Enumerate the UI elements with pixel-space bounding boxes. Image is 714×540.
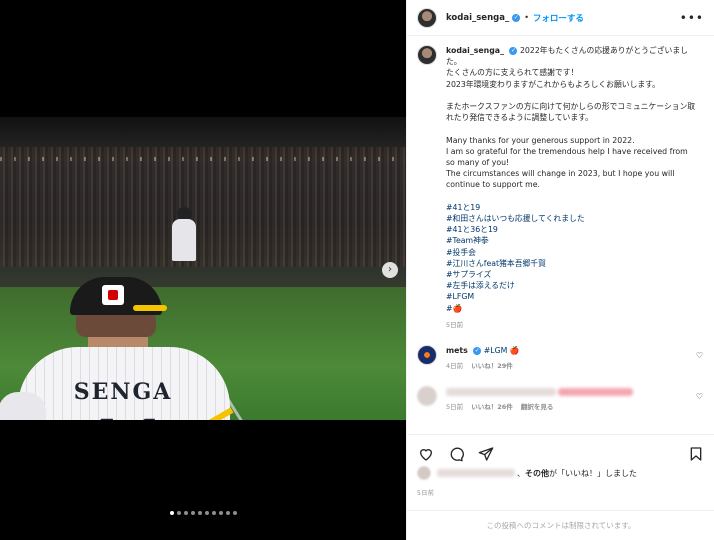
carousel-dot: [226, 511, 230, 515]
likes-summary[interactable]: 、その他が「いいね！」しました: [417, 466, 637, 480]
stadium-stands: [0, 147, 406, 267]
author-avatar[interactable]: [417, 7, 437, 28]
caption-block: kodai_senga_ ✓ 2022年もたくさんの応援ありがとうございました。…: [417, 45, 705, 331]
caption-username[interactable]: kodai_senga_: [446, 46, 504, 55]
author-username[interactable]: kodai_senga_: [446, 13, 509, 23]
verified-badge-icon: ✓: [512, 13, 521, 22]
header-separator: •: [524, 13, 529, 22]
send-icon: [478, 446, 494, 461]
chevron-right-icon: ›: [388, 264, 392, 275]
comment-button[interactable]: [447, 445, 465, 463]
caption-line: またホークスファンの方に向けて何かしらの形でコミュニケーション取れたり発信できる…: [446, 102, 696, 123]
post-side-panel: kodai_senga_ ✓ • フォローする ••• kodai_senga_…: [406, 0, 714, 540]
likes-text: 、その他が「いいね！」しました: [517, 468, 637, 478]
like-button[interactable]: [417, 445, 435, 463]
heart-outline-icon[interactable]: ♡: [696, 351, 703, 360]
caption-line: [446, 90, 696, 101]
caption-line: 2023年環境変わりますがこれからもよろしくお願いします。: [446, 79, 660, 89]
comment-age: 4日前: [446, 362, 464, 371]
comment-text: #LGM 🍎: [483, 346, 520, 356]
caption-avatar[interactable]: [417, 45, 437, 65]
heart-icon: [419, 448, 433, 461]
hashtag-link[interactable]: #41と19: [446, 202, 696, 213]
hashtag-link[interactable]: #Team神拳: [446, 235, 696, 246]
commenter-avatar[interactable]: [417, 386, 437, 407]
caption-line: [446, 191, 696, 202]
media-pane: SENGA 41 ›: [0, 0, 406, 540]
instagram-post-view: SENGA 41 › kodai_senga_ ✓ • フォローする ••• k…: [0, 0, 714, 540]
hashtag-link[interactable]: #投手会: [446, 247, 696, 258]
blurred-liker-name: [437, 469, 515, 477]
carousel-dot: [184, 511, 188, 515]
carousel-dots: [170, 511, 237, 515]
save-button[interactable]: [687, 445, 705, 463]
caption-text: kodai_senga_ ✓ 2022年もたくさんの応援ありがとうございました。…: [446, 45, 696, 331]
blurred-emoji: [558, 388, 634, 397]
follow-button[interactable]: フォローする: [533, 12, 584, 24]
comment-likes[interactable]: いいね！26件: [471, 403, 513, 411]
background-player: [170, 205, 200, 275]
player-figure: SENGA 41: [0, 277, 248, 420]
jersey-number: 41: [53, 407, 198, 420]
hashtag-link[interactable]: #41と36と19: [446, 224, 696, 235]
carousel-dot: [219, 511, 223, 515]
more-options-icon[interactable]: •••: [680, 11, 704, 25]
comment-likes[interactable]: いいね！29件: [471, 362, 513, 370]
translate-link[interactable]: 翻訳を見る: [521, 403, 554, 411]
carousel-dot: [205, 511, 209, 515]
commenter-username[interactable]: mets: [446, 346, 468, 355]
verified-badge-icon: ✓: [509, 47, 518, 55]
hashtag-link[interactable]: #サプライズ: [446, 269, 696, 280]
hashtag-link[interactable]: #左手は添えるだけ: [446, 280, 696, 291]
commenter-avatar[interactable]: [417, 345, 437, 366]
caption-line: たくさんの方に支えられて感謝です！: [446, 68, 579, 78]
likes-others-link[interactable]: その他: [525, 469, 549, 478]
comments-closed-notice: この投稿へのコメントは制限されています。: [407, 510, 714, 540]
caption-line: I am so grateful for the tremendous help…: [446, 146, 688, 167]
hashtag-link[interactable]: #江川さんfeat猪本吾郷千賀: [446, 258, 696, 269]
caption-line: [446, 123, 696, 134]
share-button[interactable]: [477, 445, 495, 463]
heart-outline-icon[interactable]: ♡: [696, 392, 703, 401]
carousel-dot: [191, 511, 195, 515]
comments-area[interactable]: kodai_senga_ ✓ 2022年もたくさんの応援ありがとうございました。…: [407, 37, 714, 427]
comment-item: mets ✓ #LGM 🍎 4日前 いいね！29件 ♡: [417, 345, 705, 372]
caption-line: The circumstances will change in 2023, b…: [446, 169, 675, 190]
caption-line: Many thanks for your generous support in…: [446, 135, 635, 145]
comment-icon: [450, 447, 464, 461]
hashtag-link[interactable]: #和田さんはいつも応援してくれました: [446, 213, 696, 224]
next-image-button[interactable]: ›: [382, 262, 398, 278]
caption-age: 5日前: [446, 320, 464, 329]
verified-badge-icon: ✓: [473, 347, 482, 356]
post-date: 5日前: [417, 490, 435, 497]
post-header: kodai_senga_ ✓ • フォローする •••: [407, 0, 714, 36]
carousel-dot: [198, 511, 202, 515]
carousel-dot: [212, 511, 216, 515]
bookmark-icon: [690, 446, 702, 461]
hashtag-link[interactable]: #🍎: [446, 303, 696, 314]
cap-logo: [102, 285, 124, 305]
carousel-dot: [170, 511, 174, 515]
jersey-name: SENGA: [73, 379, 173, 405]
post-photo[interactable]: SENGA 41: [0, 117, 406, 420]
carousel-dot: [177, 511, 181, 515]
comment-age: 5日前: [446, 403, 464, 412]
carousel-dot: [233, 511, 237, 515]
hashtag-link[interactable]: #LFGM: [446, 291, 696, 302]
blurred-username: [446, 388, 556, 397]
comment-item: 5日前 いいね！26件 翻訳を見る ♡: [417, 386, 705, 413]
liker-avatar: [417, 466, 431, 480]
